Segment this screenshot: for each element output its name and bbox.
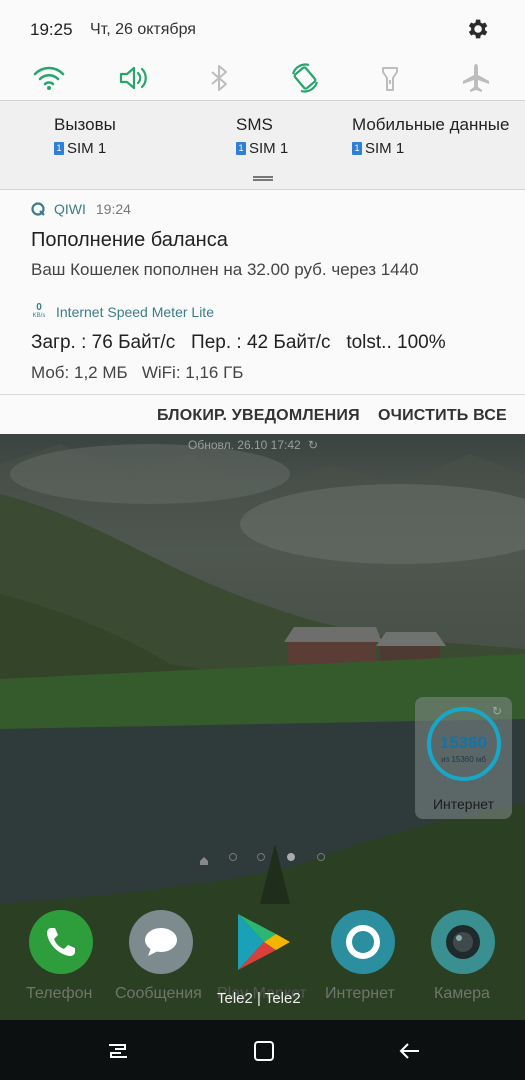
airplane-icon xyxy=(463,64,489,92)
weather-updated-text: Обновл. 26.10 17:42 ↻ xyxy=(188,438,319,452)
drag-handle-icon[interactable] xyxy=(253,176,273,181)
page-indicator xyxy=(199,853,329,865)
sim-badge-icon: 1 xyxy=(54,142,64,155)
browser-app-label: Интернет xyxy=(325,985,395,1002)
notification-qiwi[interactable]: QIWI 19:24 Пополнение баланса Ваш Кошеле… xyxy=(0,190,525,286)
notification-text: Ваш Кошелек пополнен на 32.00 руб. через… xyxy=(31,260,419,279)
sim-sms-value: SIM 1 xyxy=(249,140,289,157)
notification-text: Моб: 1,2 МБ WiFi: 1,16 ГБ xyxy=(31,363,244,382)
play-store-icon xyxy=(238,914,290,970)
widget-value: 15360 xyxy=(439,733,488,752)
qiwi-logo-icon xyxy=(31,202,45,216)
notification-app-name: Internet Speed Meter Lite xyxy=(56,304,214,320)
sim-data-setting[interactable]: Мобильные данные 1 SIM 1 xyxy=(352,115,509,157)
browser-app[interactable] xyxy=(331,910,395,974)
sim-data-label: Мобильные данные xyxy=(352,115,510,134)
refresh-icon[interactable]: ↻ xyxy=(492,704,502,718)
notification-app-name: QIWI xyxy=(54,201,86,217)
flashlight-toggle[interactable] xyxy=(372,60,408,96)
sim-sms-setting[interactable]: SMS 1 SIM 1 xyxy=(236,115,288,157)
notification-header: 0 KB/s Internet Speed Meter Lite xyxy=(30,303,214,321)
notification-shade: 19:25 Чт, 26 октября Вызовы 1 SIM 1 SMS … xyxy=(0,0,525,434)
home-page-icon[interactable] xyxy=(199,853,209,865)
sim-data-value: SIM 1 xyxy=(365,140,405,157)
page-dot[interactable] xyxy=(257,853,265,861)
wifi-toggle[interactable] xyxy=(31,60,67,96)
sound-toggle[interactable] xyxy=(116,60,152,96)
bluetooth-icon xyxy=(211,65,227,91)
sim-card-manager: Вызовы 1 SIM 1 SMS 1 SIM 1 Мобильные данны… xyxy=(0,101,525,189)
sim-badge-icon: 1 xyxy=(236,142,246,155)
notification-header: QIWI 19:24 xyxy=(30,201,131,217)
widget-label: Интернет xyxy=(432,796,495,812)
notification-actions-bar: БЛОКИР. УВЕДОМЛЕНИЯ ОЧИСТИТЬ ВСЕ xyxy=(0,394,525,434)
notification-title: Загр. : 76 Байт/с Пер. : 42 Байт/с tolst… xyxy=(31,332,446,353)
wifi-icon xyxy=(33,66,65,90)
airplane-mode-toggle[interactable] xyxy=(458,60,494,96)
auto-rotate-icon xyxy=(291,63,319,93)
block-notifications-button[interactable]: БЛОКИР. УВЕДОМЛЕНИЯ xyxy=(157,407,360,425)
carrier-label: Tele2 | Tele2 xyxy=(217,990,301,1007)
sound-icon xyxy=(119,66,147,90)
clear-all-button[interactable]: ОЧИСТИТЬ ВСЕ xyxy=(378,407,507,425)
auto-rotate-toggle[interactable] xyxy=(287,60,323,96)
phone-icon xyxy=(47,928,75,956)
date-label[interactable]: Чт, 26 октября xyxy=(90,21,196,39)
browser-icon xyxy=(346,925,380,959)
camera-icon xyxy=(446,925,480,959)
play-store-app[interactable] xyxy=(230,910,294,974)
phone-app[interactable] xyxy=(29,910,93,974)
quick-settings-row xyxy=(0,58,525,100)
flashlight-icon xyxy=(382,67,398,91)
page-dot-active[interactable] xyxy=(287,853,295,861)
camera-app[interactable] xyxy=(431,910,495,974)
messages-app-label: Сообщения xyxy=(115,985,202,1002)
refresh-icon[interactable]: ↻ xyxy=(308,438,318,452)
camera-app-label: Камера xyxy=(434,985,490,1002)
notification-title: Пополнение баланса xyxy=(31,229,228,251)
sim-calls-label: Вызовы xyxy=(54,115,116,134)
navigation-bar xyxy=(0,1020,525,1080)
sim-sms-label: SMS xyxy=(236,115,273,134)
phone-app-label: Телефон xyxy=(26,985,93,1002)
bluetooth-toggle[interactable] xyxy=(201,60,237,96)
recent-apps-icon[interactable] xyxy=(105,1038,131,1064)
settings-gear-icon[interactable] xyxy=(464,16,490,42)
data-usage-widget[interactable]: ↻ 15360 из 15360 мб Интернет xyxy=(415,697,512,819)
page-dot[interactable] xyxy=(229,853,237,861)
sim-calls-setting[interactable]: Вызовы 1 SIM 1 xyxy=(54,115,116,157)
sim-badge-icon: 1 xyxy=(352,142,362,155)
back-icon[interactable] xyxy=(397,1038,423,1064)
clock: 19:25 xyxy=(30,20,73,39)
home-button-icon[interactable] xyxy=(251,1038,277,1064)
messages-icon xyxy=(145,928,177,956)
sim-calls-value: SIM 1 xyxy=(67,140,107,157)
notification-speed-meter[interactable]: 0 KB/s Internet Speed Meter Lite Загр. :… xyxy=(0,296,525,392)
shade-header: 19:25 Чт, 26 октября xyxy=(0,0,525,58)
widget-subtitle: из 15360 мб xyxy=(441,755,486,764)
notification-time: 19:24 xyxy=(95,201,131,217)
messages-app[interactable] xyxy=(129,910,193,974)
page-dot[interactable] xyxy=(317,853,325,861)
speed-meter-icon: 0 KB/s xyxy=(32,302,46,320)
